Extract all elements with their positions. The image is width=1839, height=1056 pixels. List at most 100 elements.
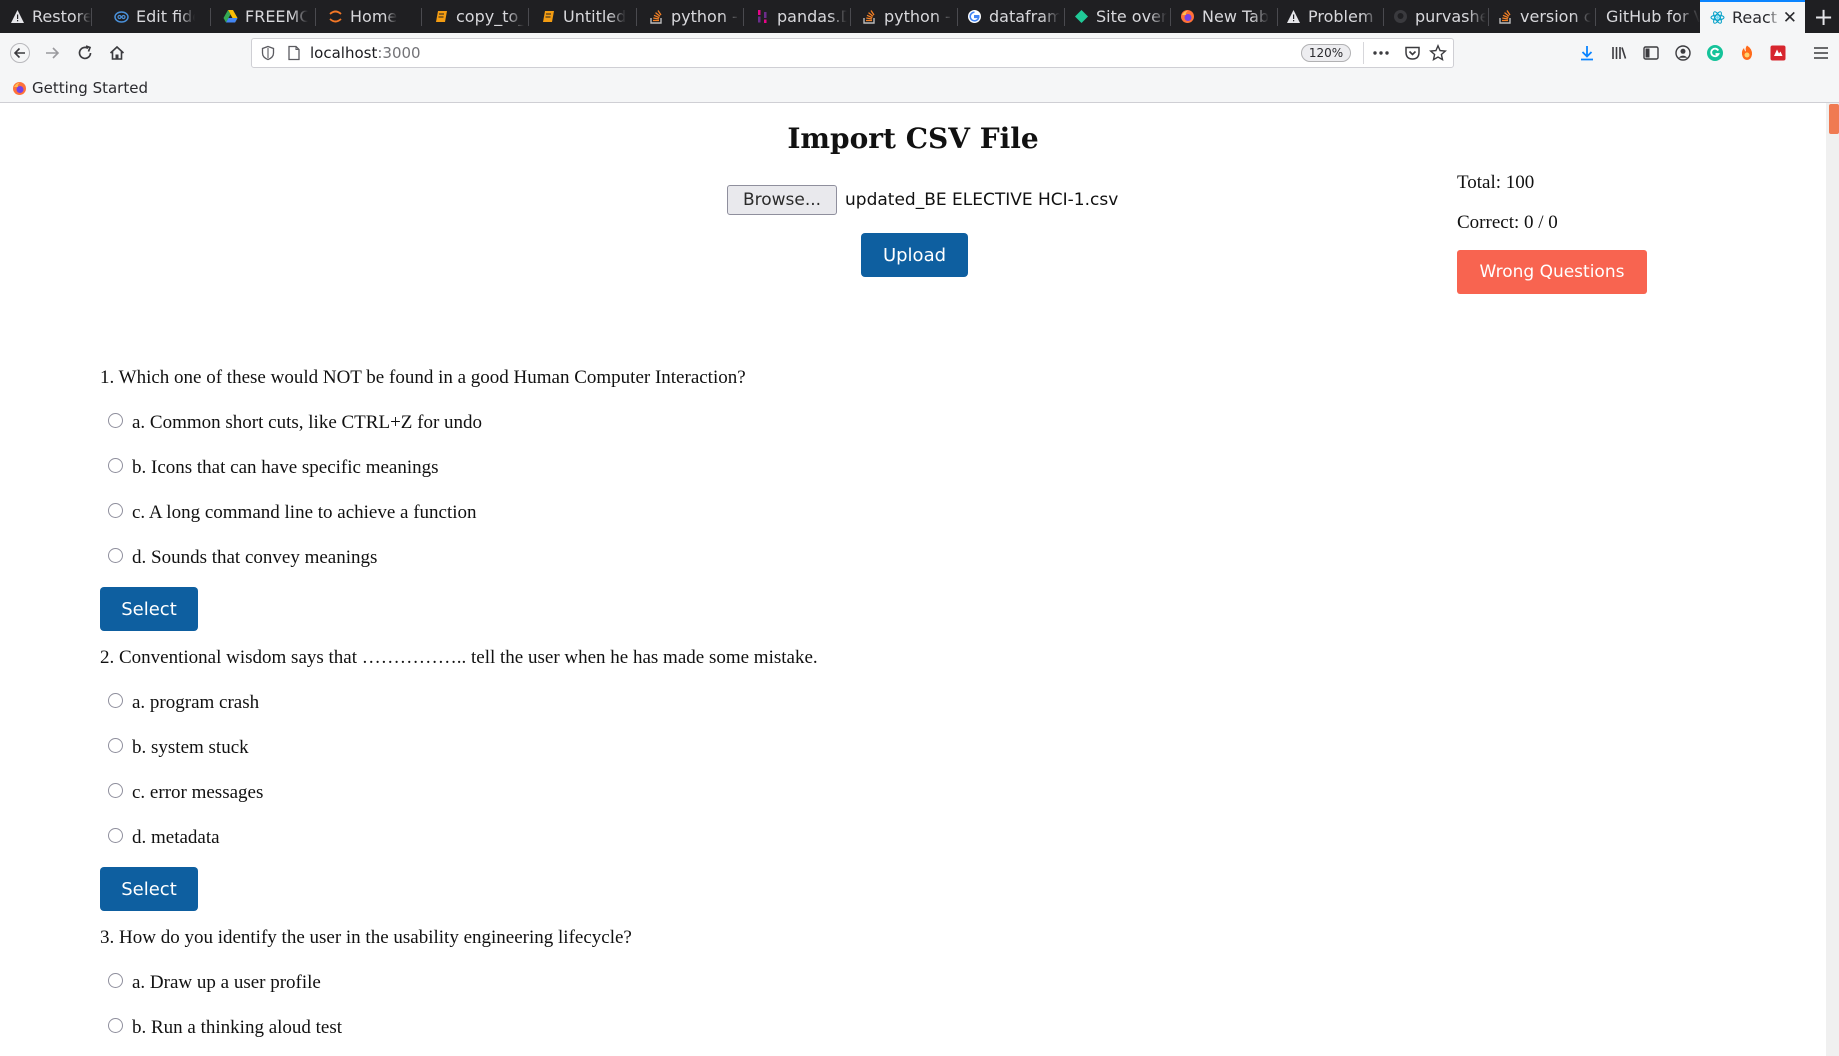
- answer-option[interactable]: d. Sounds that convey meanings: [100, 545, 1700, 570]
- back-button[interactable]: [4, 37, 36, 69]
- account-icon[interactable]: [1671, 41, 1695, 65]
- answer-option[interactable]: a. Draw up a user profile: [100, 970, 1700, 995]
- bookmarks-toolbar: Getting Started: [0, 73, 1839, 103]
- answer-option[interactable]: c. error messages: [100, 780, 1700, 805]
- option-label: c. A long command line to achieve a func…: [132, 501, 477, 523]
- option-label: c. error messages: [132, 781, 264, 803]
- answer-option[interactable]: b. Icons that can have specific meanings: [100, 455, 1700, 480]
- answer-option[interactable]: c. A long command line to achieve a func…: [100, 500, 1700, 525]
- tab-github-for-vscode[interactable]: GitHub for V: [1596, 0, 1700, 33]
- tab-copy-to[interactable]: copy_to_: [424, 0, 524, 33]
- pocket-icon[interactable]: [1401, 42, 1423, 64]
- tab-restore-session[interactable]: Restore S: [0, 0, 91, 33]
- select-button[interactable]: Select: [100, 587, 198, 631]
- react-icon: [1710, 10, 1725, 25]
- forward-button[interactable]: [36, 37, 68, 69]
- library-icon[interactable]: [1607, 41, 1631, 65]
- option-label: a. program crash: [132, 691, 260, 713]
- sidebar-icon[interactable]: [1639, 41, 1663, 65]
- tab-strip: Restore S Edit fiddl FREEMCC Home copy_t…: [0, 0, 1839, 33]
- radio-button[interactable]: [108, 973, 123, 988]
- stackoverflow-icon: [1498, 9, 1513, 24]
- tab-separator: [636, 8, 637, 26]
- upload-button[interactable]: Upload: [861, 233, 968, 277]
- radio-button[interactable]: [108, 693, 123, 708]
- url-separator: [1363, 42, 1364, 64]
- tab-dataframe[interactable]: datafram: [957, 0, 1060, 33]
- select-button[interactable]: Select: [100, 867, 198, 911]
- radio-button[interactable]: [108, 503, 123, 518]
- extension-red-icon[interactable]: [1766, 41, 1790, 65]
- page-title: Import CSV File: [787, 122, 1039, 155]
- tab-home[interactable]: Home: [318, 0, 418, 33]
- tab-freemcq[interactable]: FREEMCC: [213, 0, 308, 33]
- option-label: b. Run a thinking aloud test: [132, 1016, 343, 1038]
- file-input[interactable]: Browse... updated_BE ELECTIVE HCI-1.csv: [727, 184, 1118, 216]
- wrong-questions-button[interactable]: Wrong Questions: [1457, 250, 1647, 294]
- tab-edit-fiddle[interactable]: Edit fiddl: [104, 0, 195, 33]
- tracking-shield-icon[interactable]: [260, 45, 276, 65]
- question-text: 3. How do you identify the user in the u…: [100, 927, 632, 948]
- radio-button[interactable]: [108, 458, 123, 473]
- radio-button[interactable]: [108, 548, 123, 563]
- tab-site-overview[interactable]: Site overv: [1064, 0, 1167, 33]
- hamburger-menu-icon[interactable]: [1809, 41, 1833, 65]
- option-label: d. metadata: [132, 826, 220, 848]
- back-arrow-icon: [10, 43, 30, 63]
- tab-version-control[interactable]: version co: [1488, 0, 1591, 33]
- radio-button[interactable]: [108, 413, 123, 428]
- tab-new-tab[interactable]: New Tab: [1170, 0, 1276, 33]
- tab-problem-loading[interactable]: Problem l: [1276, 0, 1379, 33]
- answer-option[interactable]: b. Run a thinking aloud test: [100, 1015, 1700, 1040]
- tab-python-so-2[interactable]: python - I: [852, 0, 952, 33]
- tab-separator: [91, 8, 92, 26]
- tab-untitled[interactable]: Untitled: [531, 0, 631, 33]
- question-text: 1. Which one of these would NOT be found…: [100, 367, 746, 388]
- radio-button[interactable]: [108, 1018, 123, 1033]
- selected-file-name: updated_BE ELECTIVE HCI-1.csv: [845, 190, 1119, 210]
- close-tab-icon[interactable]: ✕: [1783, 9, 1797, 27]
- tab-react-active[interactable]: React ✕: [1700, 0, 1805, 33]
- bookmark-getting-started[interactable]: Getting Started: [12, 78, 148, 98]
- extension-fox-icon[interactable]: [1735, 41, 1759, 65]
- correct-count: Correct: 0 / 0: [1457, 212, 1558, 233]
- radio-button[interactable]: [108, 738, 123, 753]
- zoom-level-badge[interactable]: 120%: [1301, 44, 1351, 62]
- tab-separator: [528, 8, 529, 26]
- page-content: Import CSV File Browse... updated_BE ELE…: [0, 103, 1826, 1056]
- notebook-icon: [541, 9, 556, 24]
- jupyter-icon: [328, 9, 343, 24]
- scrollbar-thumb[interactable]: [1829, 104, 1839, 134]
- answer-option[interactable]: b. system stuck: [100, 735, 1700, 760]
- radio-button[interactable]: [108, 828, 123, 843]
- navigation-toolbar: localhost:3000 120%: [0, 33, 1839, 73]
- tab-pandas[interactable]: pandas.D: [745, 0, 847, 33]
- answer-option[interactable]: a. Common short cuts, like CTRL+Z for un…: [100, 410, 1700, 435]
- option-label: a. Draw up a user profile: [132, 971, 321, 993]
- warning-icon: [1286, 9, 1301, 24]
- bookmark-label: Getting Started: [32, 79, 148, 97]
- url-text[interactable]: localhost:3000: [310, 44, 421, 62]
- page-scrollbar[interactable]: [1826, 103, 1839, 1056]
- bookmark-star-icon[interactable]: [1427, 42, 1449, 64]
- more-actions-icon[interactable]: [1370, 42, 1392, 64]
- answer-option[interactable]: a. program crash: [100, 690, 1700, 715]
- new-tab-button[interactable]: +: [1808, 0, 1839, 33]
- pandas-icon: [755, 9, 770, 24]
- home-button[interactable]: [101, 37, 133, 69]
- radio-button[interactable]: [108, 783, 123, 798]
- github-icon: [1393, 9, 1408, 24]
- answer-option[interactable]: d. metadata: [100, 825, 1700, 850]
- page-info-icon[interactable]: [287, 45, 301, 65]
- tab-github-purvashe[interactable]: purvashe: [1383, 0, 1486, 33]
- url-bar[interactable]: localhost:3000 120%: [251, 38, 1454, 68]
- question-block: 1. Which one of these would NOT be found…: [100, 365, 1700, 631]
- reload-button[interactable]: [69, 37, 101, 69]
- home-icon: [109, 45, 125, 60]
- notebook-icon: [434, 9, 449, 24]
- browse-button[interactable]: Browse...: [727, 185, 837, 215]
- option-label: b. Icons that can have specific meanings: [132, 456, 439, 478]
- tab-python-so-1[interactable]: python - I: [639, 0, 739, 33]
- grammarly-icon[interactable]: [1703, 41, 1727, 65]
- downloads-icon[interactable]: [1575, 41, 1599, 65]
